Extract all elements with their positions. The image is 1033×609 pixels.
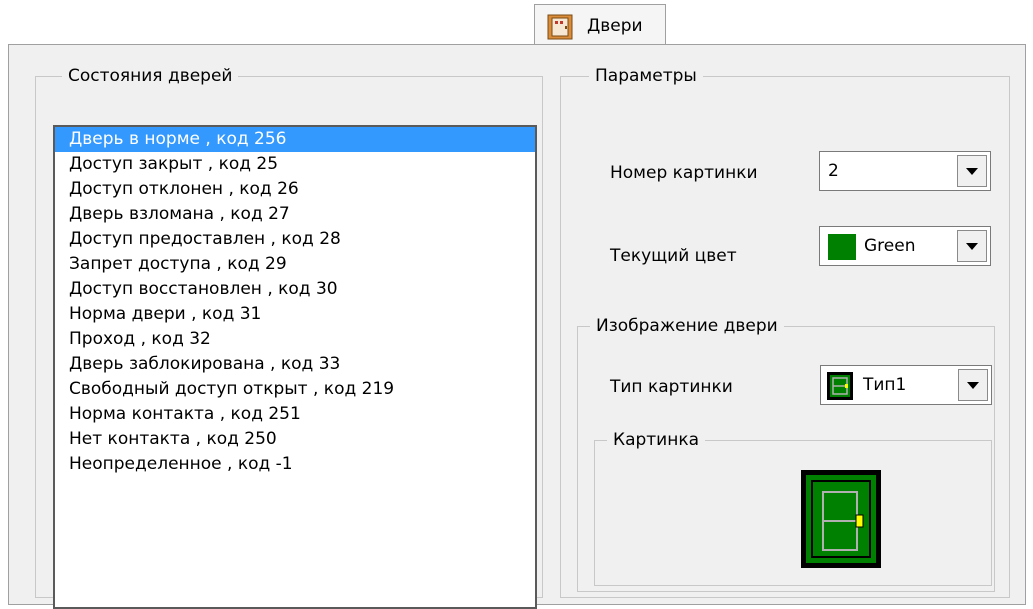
- tab-doors-label: Двери: [587, 16, 643, 36]
- list-item[interactable]: Дверь взломана , код 27: [55, 202, 535, 227]
- current-color-dropdown-button[interactable]: [957, 230, 987, 262]
- params-group: Параметры Номер картинки 2 Текущий цвет …: [560, 64, 1010, 598]
- door-icon: [547, 14, 573, 45]
- picture-number-value: 2: [828, 161, 839, 181]
- list-item[interactable]: Неопределенное , код -1: [55, 452, 535, 477]
- chevron-down-icon: [967, 382, 979, 389]
- door-states-title: Состояния дверей: [62, 64, 239, 88]
- door-picture-icon: [801, 470, 881, 573]
- picture-type-value: Тип1: [863, 375, 907, 395]
- picture-type-dropdown-button[interactable]: [958, 369, 988, 401]
- list-item[interactable]: Доступ отклонен , код 26: [55, 177, 535, 202]
- list-item[interactable]: Дверь в норме , код 256: [55, 127, 535, 152]
- current-color-label: Текущий цвет: [610, 246, 737, 266]
- picture-title: Картинка: [607, 428, 706, 452]
- door-image-title: Изображение двери: [590, 314, 784, 338]
- color-swatch: [828, 234, 856, 260]
- chevron-down-icon: [966, 168, 978, 175]
- list-item[interactable]: Доступ закрыт , код 25: [55, 152, 535, 177]
- picture-group: Картинка: [594, 428, 992, 586]
- list-item[interactable]: Запрет доступа , код 29: [55, 252, 535, 277]
- list-item[interactable]: Проход , код 32: [55, 327, 535, 352]
- list-item[interactable]: Норма контакта , код 251: [55, 402, 535, 427]
- picture-type-label: Тип картинки: [610, 377, 733, 397]
- picture-number-dropdown-button[interactable]: [957, 155, 987, 187]
- current-color-select[interactable]: Green: [819, 226, 991, 266]
- list-item[interactable]: Доступ предоставлен , код 28: [55, 227, 535, 252]
- door-type-icon: [827, 372, 853, 405]
- current-color-value: Green: [864, 236, 916, 256]
- tab-doors[interactable]: Двери: [534, 4, 666, 44]
- picture-type-select[interactable]: Тип1: [820, 365, 992, 405]
- door-image-group: Изображение двери Тип картинки Тип1 Карт…: [577, 314, 995, 592]
- list-item[interactable]: Доступ восстановлен , код 30: [55, 277, 535, 302]
- params-title: Параметры: [589, 64, 703, 88]
- list-item[interactable]: Дверь заблокирована , код 33: [55, 352, 535, 377]
- list-item[interactable]: Нет контакта , код 250: [55, 427, 535, 452]
- picture-number-select[interactable]: 2: [819, 151, 991, 191]
- list-item[interactable]: Норма двери , код 31: [55, 302, 535, 327]
- doors-panel: Состояния дверей Дверь в норме , код 256…: [8, 44, 1026, 609]
- picture-number-label: Номер картинки: [610, 163, 758, 183]
- door-states-list[interactable]: Дверь в норме , код 256 Доступ закрыт , к…: [53, 125, 537, 609]
- chevron-down-icon: [966, 243, 978, 250]
- list-item[interactable]: Свободный доступ открыт , код 219: [55, 377, 535, 402]
